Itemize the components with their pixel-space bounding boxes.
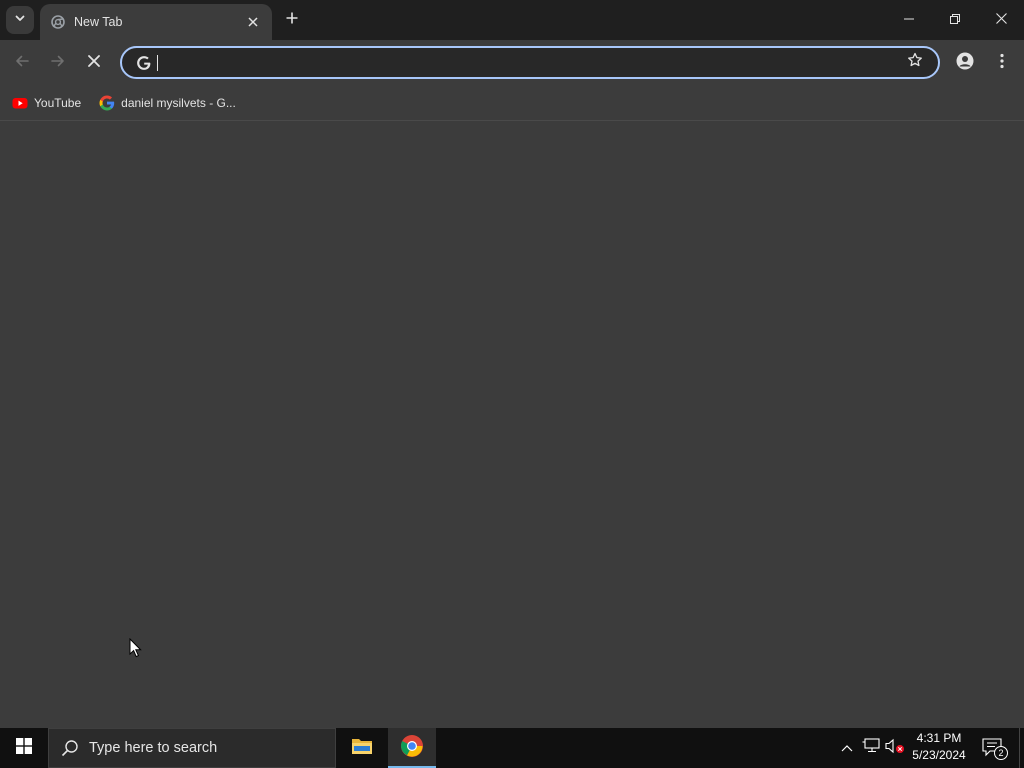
google-g-icon	[128, 55, 160, 71]
profile-button[interactable]	[951, 49, 979, 77]
bookmarks-bar: YouTube daniel mysilvets - G...	[0, 86, 1024, 121]
close-window-button[interactable]	[978, 0, 1024, 40]
taskbar-search-box[interactable]: Type here to search	[48, 728, 336, 768]
plus-icon	[286, 11, 298, 29]
clock-time: 4:31 PM	[916, 731, 962, 745]
notification-count-badge: 2	[994, 746, 1008, 760]
taskbar-clock[interactable]: 4:31 PM 5/23/2024	[908, 730, 970, 766]
tab-close-icon[interactable]	[244, 13, 262, 31]
browser-window: New Tab YouTube daniel mysilvets - G...	[0, 0, 1024, 728]
address-bar[interactable]	[120, 46, 940, 79]
volume-muted-icon	[885, 738, 905, 759]
kebab-menu-icon	[1000, 53, 1004, 74]
network-tray-button[interactable]	[860, 728, 882, 768]
tab-new-tab[interactable]: New Tab	[40, 4, 272, 40]
new-tab-button[interactable]	[280, 8, 304, 32]
taskbar-app-chrome[interactable]	[388, 728, 436, 768]
back-button[interactable]	[8, 49, 36, 77]
stop-loading-button[interactable]	[80, 49, 108, 77]
folder-icon	[351, 737, 373, 760]
windows-taskbar: Type here to search 4:31 PM 5/23/2024 2	[0, 728, 1024, 768]
minimize-icon	[904, 11, 914, 29]
volume-tray-button[interactable]	[884, 728, 906, 768]
address-input[interactable]	[160, 48, 900, 77]
bookmark-youtube[interactable]: YouTube	[10, 90, 87, 116]
forward-arrow-icon	[51, 54, 65, 73]
taskbar-app-file-explorer[interactable]	[338, 728, 386, 768]
action-center-button[interactable]: 2	[980, 728, 1008, 768]
bookmark-label: daniel mysilvets - G...	[121, 96, 236, 110]
back-arrow-icon	[15, 54, 29, 73]
close-icon	[995, 11, 1007, 29]
notification-icon: 2	[982, 738, 1008, 760]
restore-icon	[950, 11, 960, 29]
chrome-icon	[400, 734, 424, 763]
text-caret	[157, 55, 158, 71]
bookmark-star-button[interactable]	[900, 52, 930, 73]
tab-strip: New Tab	[0, 0, 1024, 40]
tab-title: New Tab	[74, 15, 123, 29]
show-hidden-icons-button[interactable]	[838, 728, 856, 768]
clock-date: 5/23/2024	[912, 748, 966, 762]
bookmark-google[interactable]: daniel mysilvets - G...	[97, 90, 242, 116]
restore-button[interactable]	[932, 0, 978, 40]
search-icon	[61, 739, 81, 757]
browser-toolbar	[0, 40, 1024, 86]
browser-menu-button[interactable]	[988, 49, 1016, 77]
profile-icon	[956, 52, 974, 75]
chevron-up-icon	[841, 739, 853, 757]
bookmark-star-icon	[907, 52, 923, 73]
network-icon	[862, 737, 880, 759]
tab-search-button[interactable]	[6, 6, 34, 34]
forward-button[interactable]	[44, 49, 72, 77]
google-g-icon	[99, 95, 115, 111]
mouse-cursor-icon	[129, 637, 142, 663]
chrome-loading-icon	[50, 14, 66, 30]
chevron-down-icon	[14, 11, 26, 29]
stop-loading-icon	[88, 54, 100, 72]
page-content	[0, 122, 1024, 728]
youtube-icon	[12, 95, 28, 111]
windows-logo-icon	[16, 737, 32, 759]
taskbar-search-placeholder: Type here to search	[89, 740, 218, 756]
minimize-button[interactable]	[886, 0, 932, 40]
show-desktop-button[interactable]	[1019, 728, 1024, 768]
start-button[interactable]	[0, 728, 48, 768]
bookmark-label: YouTube	[34, 96, 82, 110]
